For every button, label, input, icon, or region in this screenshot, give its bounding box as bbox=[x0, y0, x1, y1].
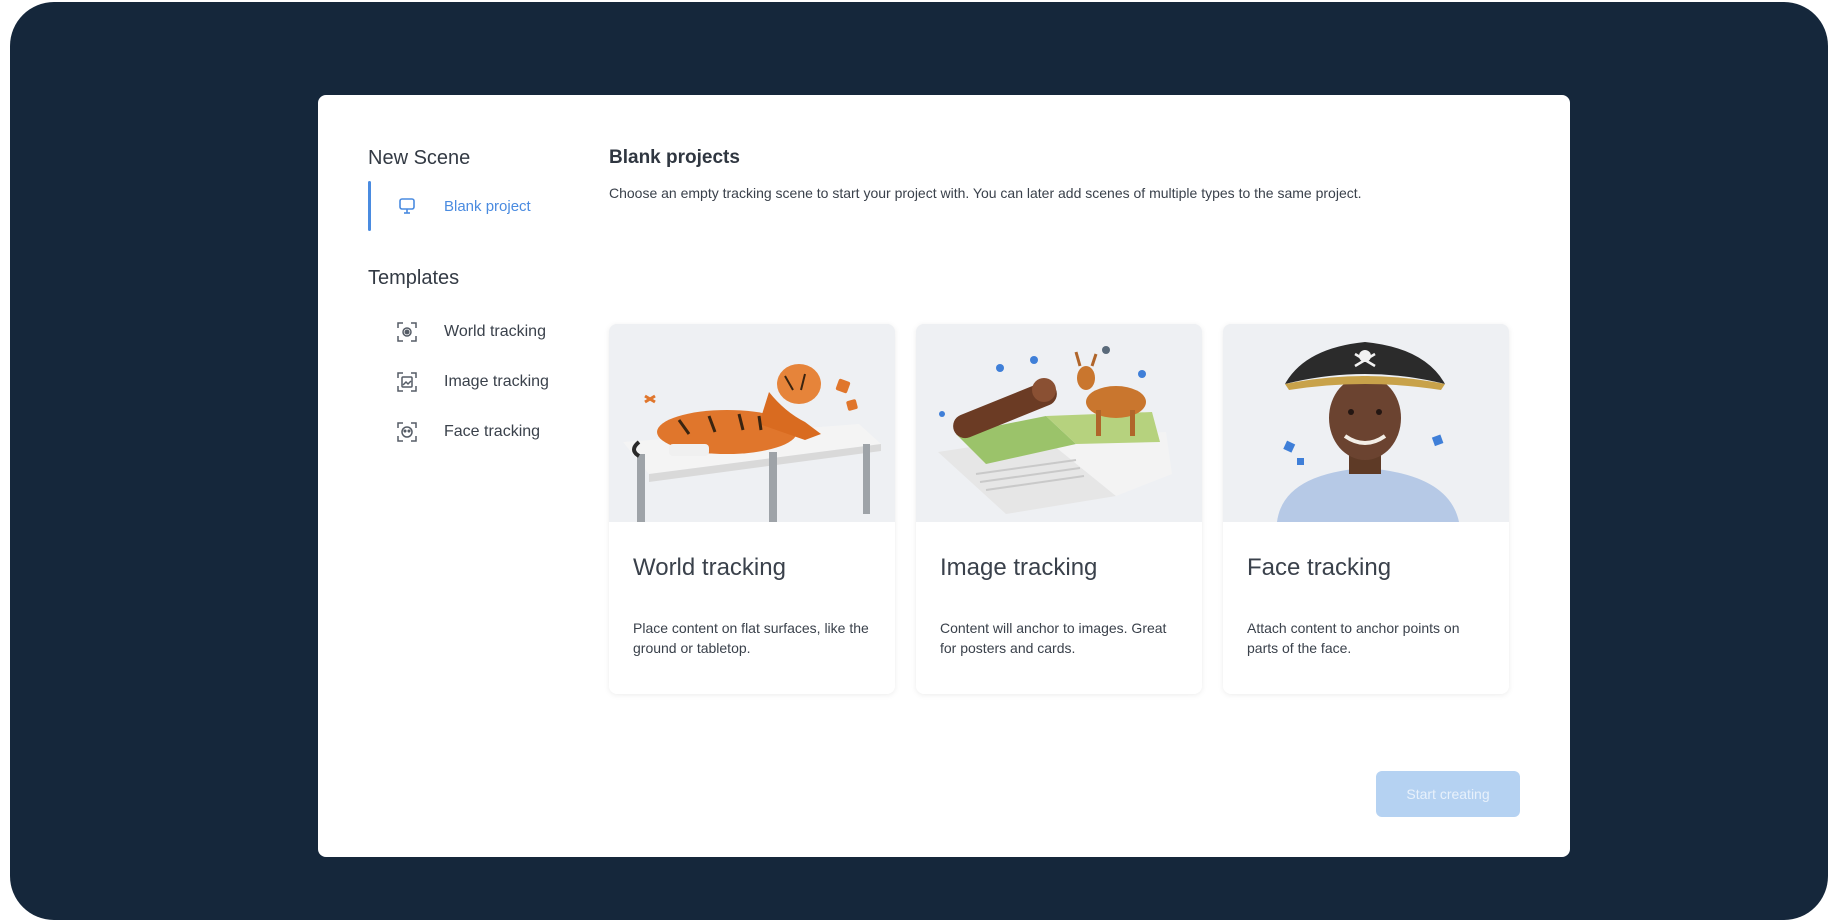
card-description: Place content on flat surfaces, like the… bbox=[633, 620, 869, 656]
card-face-tracking[interactable]: Face tracking Attach content to anchor p… bbox=[1223, 324, 1509, 694]
sidebar-item-label: Blank project bbox=[444, 197, 531, 215]
sidebar-item-image-tracking[interactable]: Image tracking bbox=[368, 357, 578, 407]
image-tracking-icon bbox=[396, 371, 418, 393]
card-image-tracking[interactable]: Image tracking Content will anchor to im… bbox=[916, 324, 1202, 694]
sidebar-item-world-tracking[interactable]: World tracking bbox=[368, 307, 578, 357]
sidebar-item-label: World tracking bbox=[444, 323, 546, 340]
sidebar-item-label: Image tracking bbox=[444, 373, 549, 390]
card-description: Attach content to anchor points on parts… bbox=[1247, 620, 1460, 656]
main-panel: Blank projects Choose an empty tracking … bbox=[609, 145, 1509, 694]
new-scene-heading: New Scene bbox=[368, 147, 471, 169]
card-grid: World tracking Place content on flat sur… bbox=[609, 324, 1509, 694]
card-title: Image tracking bbox=[940, 554, 1098, 581]
face-tracking-icon bbox=[396, 421, 418, 443]
app-frame: New Scene Blank project Templates World … bbox=[10, 2, 1828, 920]
deer-on-book-image bbox=[916, 324, 1202, 522]
sidebar-item-label: Face tracking bbox=[444, 423, 541, 440]
card-world-tracking[interactable]: World tracking Place content on flat sur… bbox=[609, 324, 895, 694]
card-title: World tracking bbox=[633, 554, 786, 581]
new-scene-dialog: New Scene Blank project Templates World … bbox=[318, 95, 1570, 857]
tablet-stand-icon bbox=[396, 195, 418, 217]
man-with-pirate-hat-image bbox=[1223, 324, 1509, 522]
card-description: Content will anchor to images. Great for… bbox=[940, 620, 1167, 656]
templates-list: World tracking Image tracking Face track… bbox=[368, 307, 578, 457]
templates-heading: Templates bbox=[368, 267, 460, 289]
start-creating-button[interactable]: Start creating bbox=[1376, 771, 1520, 817]
page-title: Blank projects bbox=[609, 147, 740, 168]
sidebar-item-face-tracking[interactable]: Face tracking bbox=[368, 407, 578, 457]
world-tracking-icon bbox=[396, 321, 418, 343]
tiger-on-table-image bbox=[609, 324, 895, 522]
sidebar: New Scene Blank project Templates World … bbox=[368, 145, 578, 457]
sidebar-item-blank-project[interactable]: Blank project bbox=[368, 181, 578, 231]
page-description: Choose an empty tracking scene to start … bbox=[609, 185, 1362, 201]
card-title: Face tracking bbox=[1247, 554, 1392, 581]
